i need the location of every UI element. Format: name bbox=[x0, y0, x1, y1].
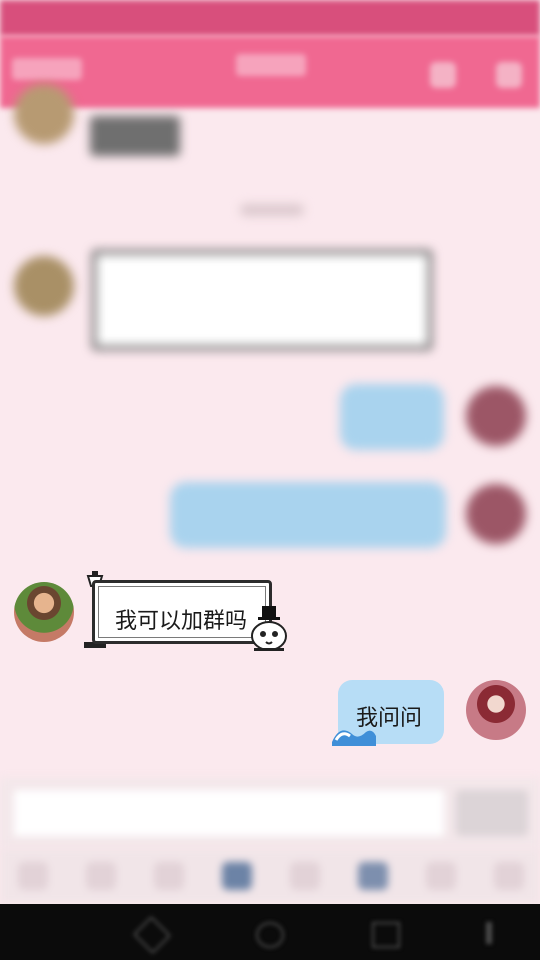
message-bubble bbox=[92, 250, 432, 350]
title-bar bbox=[0, 36, 540, 108]
image-icon[interactable] bbox=[86, 862, 116, 890]
wave-icon bbox=[332, 730, 376, 746]
plus-icon[interactable] bbox=[494, 862, 524, 890]
phone-icon[interactable] bbox=[430, 62, 456, 88]
message-bubble bbox=[340, 384, 444, 450]
home-icon[interactable] bbox=[256, 922, 284, 948]
top-hat-cat-icon bbox=[251, 606, 287, 651]
timestamp bbox=[240, 204, 304, 216]
menu-icon[interactable] bbox=[486, 922, 492, 944]
message-text: 我可以加群吗 bbox=[115, 609, 248, 634]
gif-icon[interactable] bbox=[290, 862, 320, 890]
red-packet-icon[interactable] bbox=[222, 862, 252, 890]
chat-title bbox=[236, 54, 306, 76]
message-bubble bbox=[170, 482, 446, 548]
profile-icon[interactable] bbox=[496, 62, 522, 88]
voice-icon[interactable] bbox=[18, 862, 48, 890]
emoji-icon[interactable] bbox=[426, 862, 456, 890]
navigation-bar bbox=[0, 904, 540, 960]
avatar[interactable] bbox=[466, 484, 526, 544]
avatar[interactable] bbox=[466, 680, 526, 740]
recents-icon[interactable] bbox=[372, 922, 400, 948]
camera-icon[interactable] bbox=[154, 862, 184, 890]
message-bubble-left[interactable]: 我可以加群吗 bbox=[92, 580, 272, 644]
avatar[interactable] bbox=[466, 386, 526, 446]
back-icon[interactable] bbox=[132, 915, 172, 955]
avatar[interactable] bbox=[14, 84, 74, 144]
status-bar bbox=[0, 0, 540, 36]
file-icon[interactable] bbox=[358, 862, 388, 890]
input-toolbar bbox=[0, 848, 540, 904]
input-bar bbox=[0, 778, 540, 848]
send-button[interactable] bbox=[456, 790, 528, 836]
message-bubble bbox=[90, 116, 180, 156]
avatar[interactable] bbox=[14, 256, 74, 316]
back-button[interactable] bbox=[12, 58, 82, 80]
avatar[interactable] bbox=[14, 582, 74, 642]
message-input[interactable] bbox=[14, 790, 444, 836]
